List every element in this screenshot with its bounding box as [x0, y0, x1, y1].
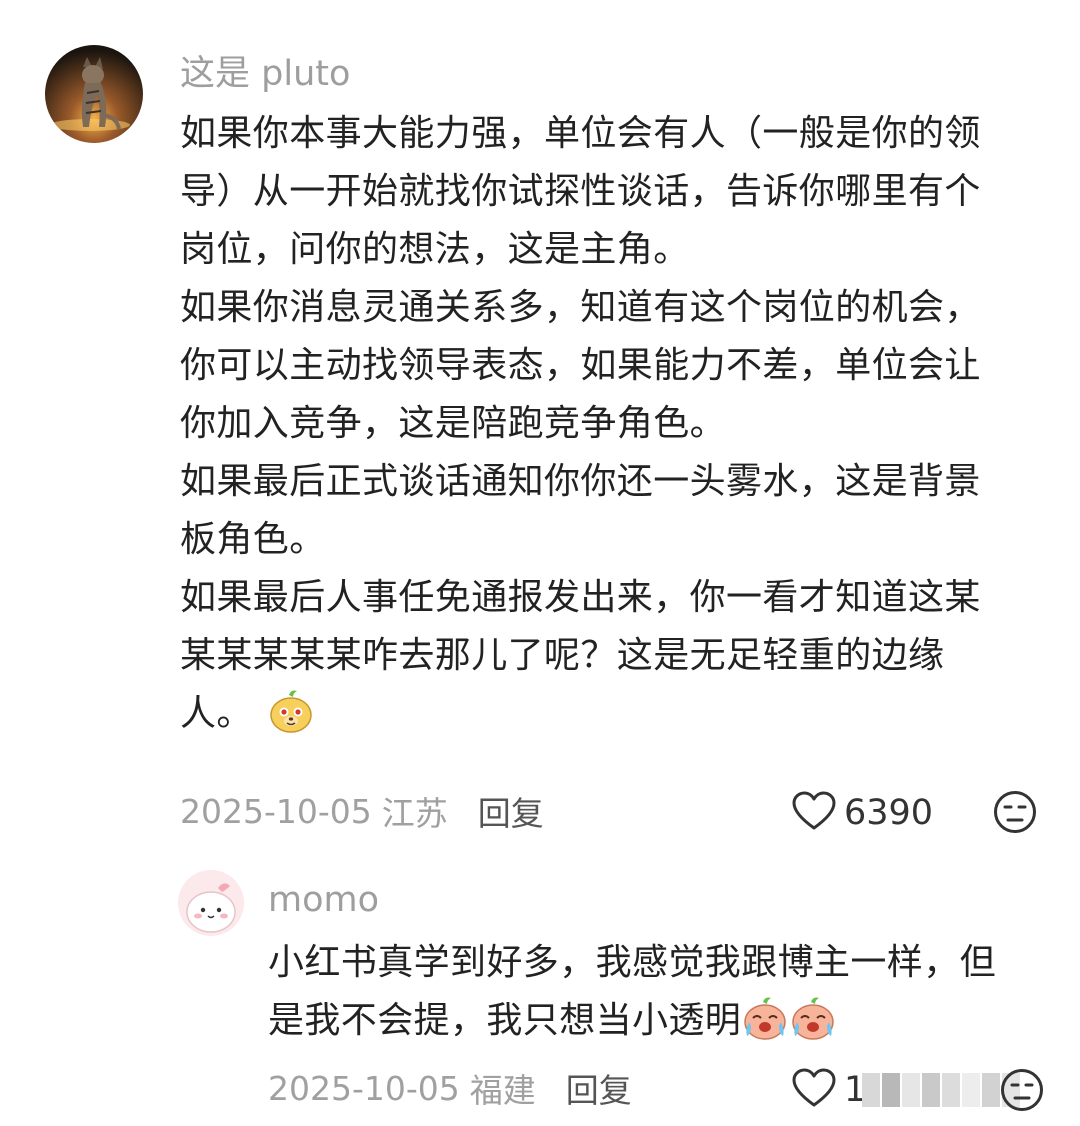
comment-line: 你可以主动找领导表态，如果能力不差，单位会让 — [180, 345, 981, 386]
cat-photo-avatar — [45, 45, 143, 143]
avatar[interactable] — [45, 45, 143, 143]
unamused-face-icon — [993, 791, 1037, 838]
mosaic-overlay — [862, 1073, 1020, 1107]
comment-line: 如果你本事大能力强，单位会有人（一般是你的领 — [180, 113, 981, 154]
reply-button[interactable]: 回复 — [566, 1064, 632, 1112]
comment-line: 板角色。 — [180, 519, 326, 560]
reply-location: 福建 — [469, 1071, 536, 1110]
comment-line: 如果你消息灵通关系多，知道有这个岗位的机会， — [180, 287, 981, 328]
heart-outline-icon — [792, 791, 836, 835]
comment-location: 江苏 — [381, 794, 448, 833]
username[interactable]: 这是 pluto — [180, 52, 350, 96]
comment-meta: 2025-10-05 江苏 回复 — [180, 786, 544, 836]
dislike-button[interactable] — [1000, 1068, 1044, 1116]
comment-line: 导）从一开始就找你试探性谈话，告诉你哪里有个 — [180, 171, 981, 212]
comment-text: 如果你本事大能力强，单位会有人（一般是你的领 导）从一开始就找你试探性谈话，告诉… — [180, 105, 1040, 753]
reply-line-last: 是我不会提，我只想当小透明 — [268, 992, 1058, 1060]
like-button[interactable]: 1 — [792, 1065, 866, 1115]
like-button[interactable]: 6390 — [792, 788, 933, 838]
momo-avatar-icon — [178, 870, 244, 936]
heart-outline-icon — [792, 1068, 836, 1112]
reply-line-text: 是我不会提，我只想当小透明 — [268, 1000, 742, 1041]
comment-line: 某某某某某咋去那儿了呢？这是无足轻重的边缘 — [180, 635, 945, 676]
comment-date: 2025-10-05 — [180, 791, 372, 831]
comment-line: 如果最后人事任免通报发出来，你一看才知道这某 — [180, 577, 981, 618]
comment-line: 你加入竞争，这是陪跑竞争角色。 — [180, 403, 727, 444]
like-count: 6390 — [844, 793, 934, 833]
comment-line-text: 人。 — [180, 693, 253, 734]
crying-emoji-icon — [789, 996, 837, 1060]
reply-date: 2025-10-05 — [268, 1068, 460, 1108]
reply-text: 小红书真学到好多，我感觉我跟博主一样，但 是我不会提，我只想当小透明 — [268, 934, 1058, 1060]
avatar[interactable] — [178, 870, 244, 936]
reply-item: momo 小红书真学到好多，我感觉我跟博主一样，但 是我不会提，我只想当小透明 — [0, 860, 1080, 1126]
dislike-button[interactable] — [993, 790, 1037, 838]
comment-line: 岗位，问你的想法，这是主角。 — [180, 229, 690, 270]
crying-emoji-icon — [741, 996, 789, 1060]
comment-item: 这是 pluto 如果你本事大能力强，单位会有人（一般是你的领 导）从一开始就找… — [0, 0, 1080, 860]
comment-line: 如果最后正式谈话通知你你还一头雾水，这是背景 — [180, 461, 981, 502]
doge-emoji-icon — [267, 687, 315, 753]
reply-meta: 2025-10-05 福建 回复 — [268, 1063, 632, 1113]
comment-line-last: 人。 — [180, 685, 1040, 753]
reply-button[interactable]: 回复 — [478, 787, 544, 835]
username[interactable]: momo — [268, 878, 379, 922]
unamused-face-icon — [1000, 1069, 1044, 1116]
reply-line: 小红书真学到好多，我感觉我跟博主一样，但 — [268, 942, 997, 983]
